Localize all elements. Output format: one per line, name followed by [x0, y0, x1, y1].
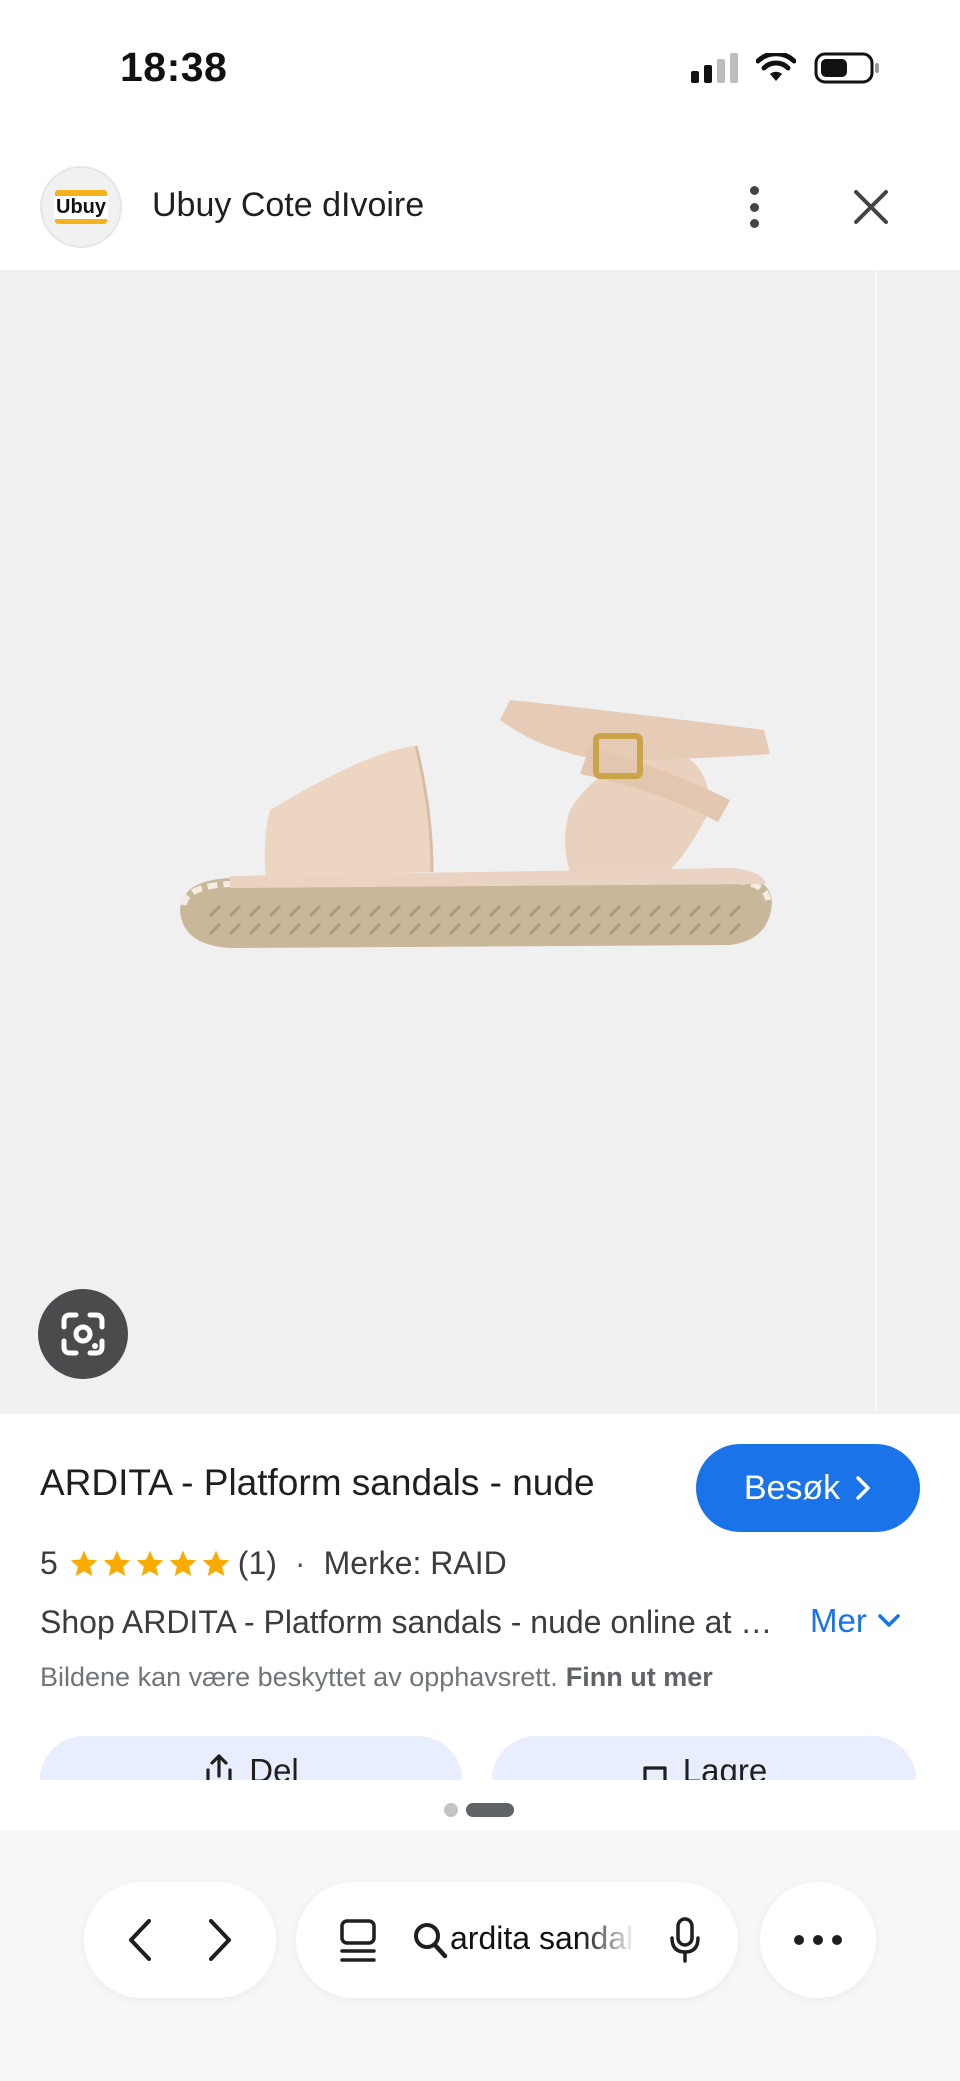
wifi-icon — [756, 53, 796, 81]
page-indicator — [444, 1803, 514, 1817]
site-header: Ubuy Ubuy Cote dIvoire — [0, 160, 960, 270]
share-button[interactable]: Del — [40, 1736, 462, 1780]
description-row: Shop ARDITA - Platform sandals - nude on… — [40, 1602, 920, 1648]
more-label: Mer — [810, 1602, 867, 1639]
star-icon — [202, 1550, 230, 1576]
tabs-icon[interactable] — [336, 1918, 380, 1964]
more-button[interactable]: Mer — [810, 1602, 901, 1640]
status-time: 18:38 — [120, 44, 228, 90]
site-logo-text: Ubuy — [54, 195, 108, 219]
share-label: Del — [249, 1752, 299, 1780]
search-bar[interactable]: ardita sandals — [296, 1882, 738, 1998]
save-label: Lagre — [682, 1752, 768, 1780]
rating-row: 5 (1) · Merke: RAID — [40, 1545, 507, 1582]
rating-value: 5 — [40, 1545, 58, 1581]
mic-icon[interactable] — [668, 1916, 702, 1964]
image-viewer[interactable] — [0, 270, 960, 1414]
close-icon[interactable] — [846, 182, 896, 232]
star-icon — [70, 1550, 98, 1576]
star-icon — [103, 1550, 131, 1576]
forward-icon[interactable] — [199, 1915, 239, 1965]
bookmark-icon — [643, 1766, 667, 1780]
learn-more-link[interactable]: Finn ut mer — [566, 1662, 713, 1692]
rating-count: (1) — [237, 1545, 277, 1581]
star-icon — [136, 1550, 164, 1576]
signal-icon — [691, 53, 738, 83]
product-description: Shop ARDITA - Platform sandals - nude on… — [40, 1604, 790, 1640]
product-image[interactable] — [170, 690, 790, 990]
google-lens-icon[interactable] — [38, 1289, 128, 1379]
share-icon — [206, 1754, 232, 1780]
product-title[interactable]: ARDITA - Platform sandals - nude — [40, 1462, 595, 1504]
copyright-text: Bildene kan være beskyttet av opphavsret… — [40, 1662, 558, 1692]
star-icon — [169, 1550, 197, 1576]
site-name[interactable]: Ubuy Cote dIvoire — [152, 186, 424, 225]
chevron-down-icon — [878, 1614, 900, 1627]
back-icon[interactable] — [121, 1915, 161, 1965]
visit-button-label: Besøk — [743, 1468, 841, 1507]
battery-icon — [814, 52, 879, 84]
copyright-notice: Bildene kan være beskyttet av opphavsret… — [40, 1662, 713, 1693]
status-bar: 18:38 — [0, 0, 960, 140]
status-icons — [691, 52, 880, 84]
search-query[interactable]: ardita sandals — [450, 1920, 636, 1957]
save-button[interactable]: Lagre — [492, 1736, 916, 1780]
more-horiz-icon[interactable] — [760, 1882, 876, 1998]
visit-button[interactable]: Besøk — [696, 1444, 920, 1532]
more-vert-icon[interactable] — [734, 182, 774, 232]
brand-label: Merke: RAID — [323, 1545, 507, 1581]
separator: · — [294, 1545, 306, 1581]
search-icon — [414, 1923, 448, 1959]
rating-stars — [68, 1548, 232, 1580]
chevron-right-icon — [856, 1476, 870, 1500]
nav-buttons — [84, 1882, 276, 1998]
site-logo: Ubuy — [40, 166, 122, 248]
bottom-toolbar: ardita sandals — [0, 1830, 960, 2081]
